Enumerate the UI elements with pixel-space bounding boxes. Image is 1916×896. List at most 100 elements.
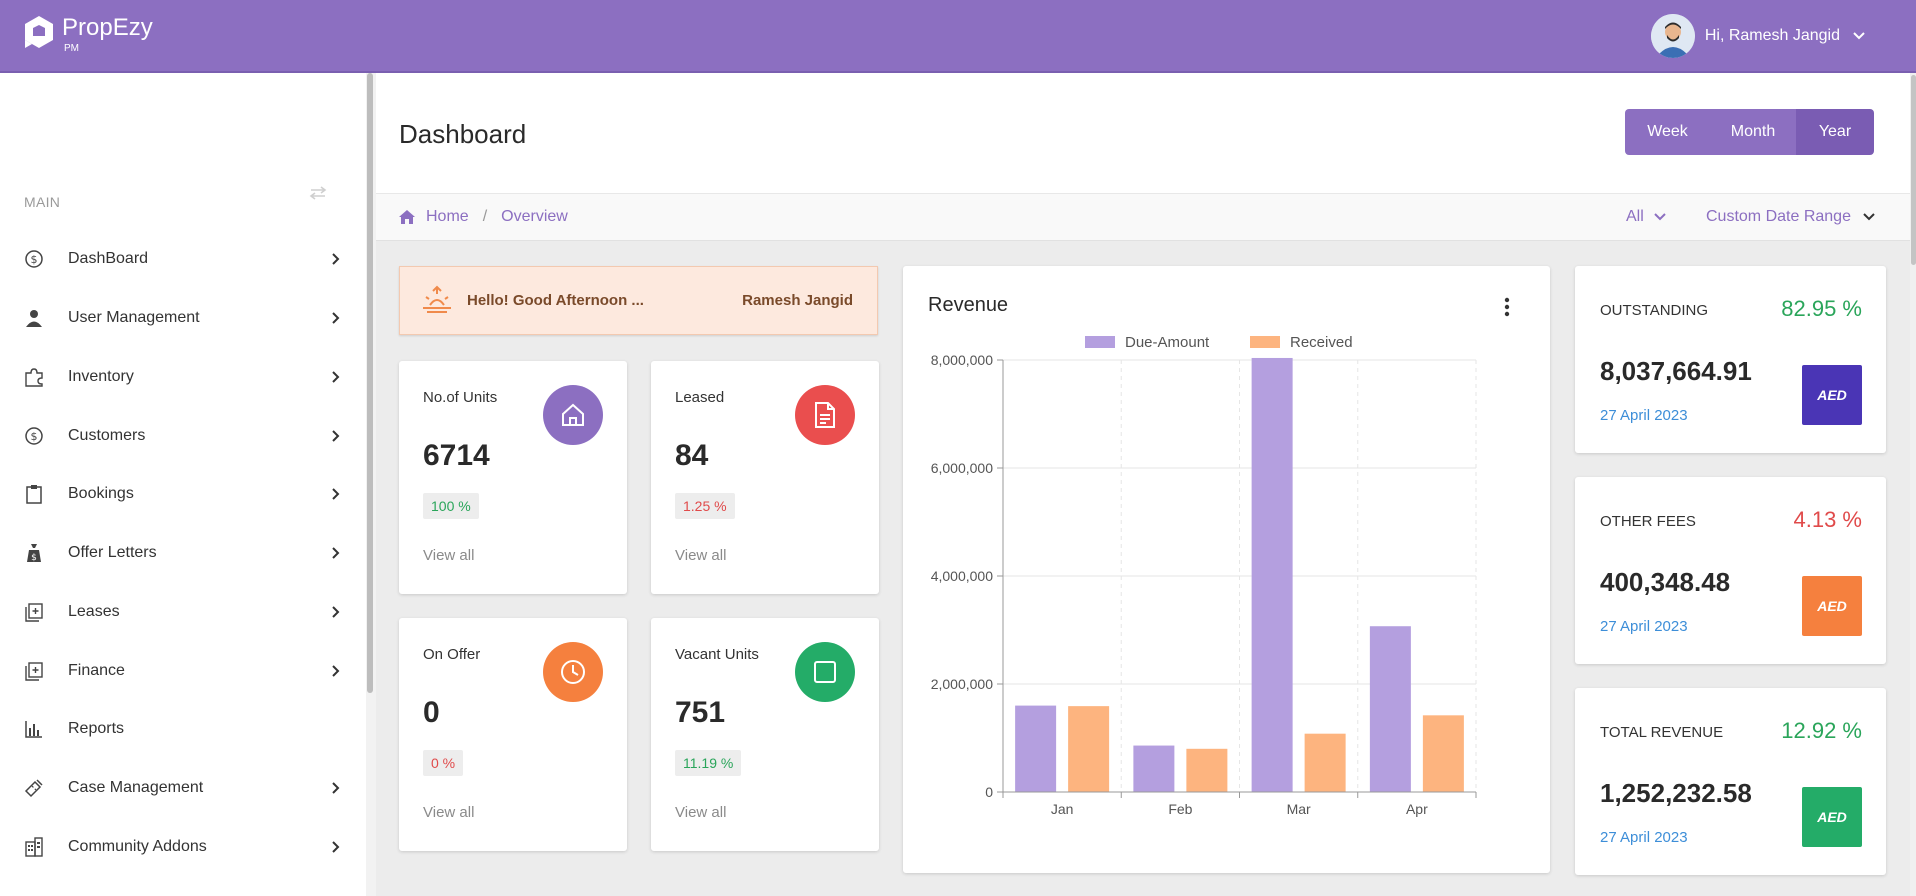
app-name: PropEzy [62, 14, 153, 41]
breadcrumb-home-link[interactable]: Home [426, 208, 469, 226]
filter-all-dropdown[interactable]: All [1626, 208, 1666, 226]
sidebar-item-user-management[interactable]: User Management [0, 293, 366, 343]
sidebar: MAIN $ DashBoard User Management Invento… [0, 73, 366, 896]
summary-label: OTHER FEES [1600, 513, 1696, 530]
stat-label: Leased [675, 389, 725, 406]
sidebar-section-title: MAIN [24, 194, 61, 210]
sidebar-item-inventory[interactable]: Inventory [0, 352, 366, 402]
x-tick-label: Mar [1287, 801, 1311, 817]
stat-value: 6714 [423, 439, 490, 472]
sidebar-toggle-icon[interactable] [308, 183, 328, 203]
sidebar-item-label: Case Management [68, 779, 204, 796]
summary-card-outstanding: OUTSTANDING 82.95 % 8,037,664.91 27 Apri… [1575, 266, 1886, 453]
app-subtitle: PM [64, 43, 79, 54]
sidebar-item-customers[interactable]: $ Customers [0, 411, 366, 461]
sidebar-item-label: DashBoard [68, 250, 149, 267]
sidebar-item-label: Community Addons [68, 838, 207, 855]
chevron-right-icon [332, 547, 340, 559]
summary-amount: 8,037,664.91 [1600, 356, 1752, 386]
sidebar-item-bookings[interactable]: Bookings [0, 469, 366, 519]
stat-badge: 11.19 % [675, 750, 742, 776]
chevron-down-icon [1654, 213, 1666, 221]
sidebar-item-label: User Management [68, 309, 200, 326]
page-header: Dashboard Week Month Year [376, 73, 1916, 193]
sidebar-item-label: Customers [68, 427, 146, 444]
document-icon [795, 385, 855, 445]
chevron-down-icon [1863, 213, 1875, 221]
legend-swatch [1085, 336, 1115, 348]
user-icon [22, 306, 46, 330]
range-month-button[interactable]: Month [1710, 109, 1796, 155]
user-menu[interactable]: Hi, Ramesh Jangid [1650, 14, 1866, 58]
stat-label: Vacant Units [675, 646, 759, 663]
date-range-label: Custom Date Range [1706, 208, 1851, 225]
app-logo[interactable]: PropEzy [22, 14, 153, 50]
summary-amount: 400,348.48 [1600, 567, 1731, 597]
date-range-toggle: Week Month Year [1625, 109, 1874, 155]
sidebar-scroll-thumb[interactable] [367, 73, 373, 693]
chevron-right-icon [332, 841, 340, 853]
view-all-link[interactable]: View all [423, 804, 474, 821]
y-tick-label: 8,000,000 [931, 352, 993, 368]
ticket-icon [22, 776, 46, 800]
sidebar-item-label: Reports [68, 720, 125, 737]
summary-card-total-revenue: TOTAL REVENUE 12.92 % 1,252,232.58 27 Ap… [1575, 688, 1886, 875]
sidebar-item-reports[interactable]: Reports [0, 704, 366, 754]
main-scroll-thumb[interactable] [1911, 75, 1916, 265]
bar-received [1422, 715, 1464, 792]
custom-date-range-dropdown[interactable]: Custom Date Range [1706, 208, 1875, 226]
chevron-right-icon [332, 430, 340, 442]
chevron-right-icon [332, 665, 340, 677]
revenue-title: Revenue [928, 294, 1009, 316]
user-greeting: Hi, Ramesh Jangid [1704, 27, 1840, 44]
svg-text:$: $ [31, 553, 37, 563]
x-tick-label: Jan [1051, 801, 1074, 817]
y-tick-label: 0 [985, 784, 993, 800]
stat-badge: 1.25 % [675, 493, 735, 519]
stat-card-leased: Leased 84 1.25 % View all [651, 361, 879, 594]
money-bag-icon: $ [22, 541, 46, 565]
summary-percentage: 82.95 % [1781, 296, 1862, 321]
sidebar-item-label: Finance [68, 662, 125, 679]
square-icon [795, 642, 855, 702]
view-all-link[interactable]: View all [423, 547, 474, 564]
sidebar-item-label: Offer Letters [68, 544, 157, 561]
view-all-link[interactable]: View all [675, 547, 726, 564]
breadcrumb-current: Overview [501, 208, 568, 225]
sidebar-item-finance[interactable]: Finance [0, 646, 366, 696]
chevron-down-icon [1853, 32, 1865, 40]
stack-plus-icon [22, 600, 46, 624]
bar-chart-icon [22, 717, 46, 741]
dollar-circle-icon: $ [22, 424, 46, 448]
building-icon [22, 835, 46, 859]
stat-value: 0 [423, 696, 440, 729]
stat-value: 84 [675, 439, 709, 472]
avatar [1650, 14, 1695, 58]
sidebar-item-label: Leases [68, 603, 120, 620]
chevron-right-icon [332, 782, 340, 794]
home-icon [399, 210, 415, 224]
sidebar-item-case-management[interactable]: Case Management [0, 763, 366, 813]
currency-badge: AED [1802, 365, 1862, 425]
y-tick-label: 4,000,000 [931, 568, 993, 584]
greeting-user-name: Ramesh Jangid [742, 292, 853, 309]
range-year-button[interactable]: Year [1796, 109, 1874, 155]
bar-due-amount [1251, 357, 1293, 792]
bar-received [1304, 733, 1346, 792]
breadcrumb-bar: Home / Overview All Custom Date Range [376, 193, 1916, 241]
view-all-link[interactable]: View all [675, 804, 726, 821]
sidebar-item-offer-letters[interactable]: $ Offer Letters [0, 528, 366, 578]
sidebar-item-dashboard[interactable]: $ DashBoard [0, 234, 366, 284]
sidebar-item-leases[interactable]: Leases [0, 587, 366, 637]
summary-card-other-fees: OTHER FEES 4.13 % 400,348.48 27 April 20… [1575, 477, 1886, 664]
home-icon [543, 385, 603, 445]
stat-value: 751 [675, 696, 726, 729]
clock-icon [543, 642, 603, 702]
sidebar-item-community-addons[interactable]: Community Addons [0, 822, 366, 872]
revenue-bar-chart: Due-Amount Received 0 2,000,000 4,000,000 6,0… [931, 336, 1477, 817]
legend-label: Due-Amount [1125, 336, 1210, 351]
sunrise-icon [423, 285, 451, 313]
more-options-icon[interactable] [1504, 296, 1510, 318]
range-week-button[interactable]: Week [1625, 109, 1710, 155]
currency-badge: AED [1802, 576, 1862, 636]
